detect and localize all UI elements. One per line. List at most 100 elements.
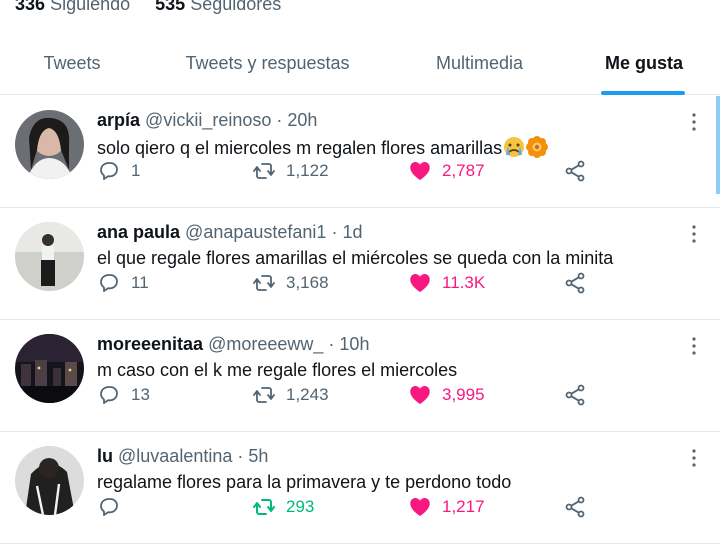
display-name[interactable]: moreeenitaa (97, 334, 203, 354)
followers-count: 535 (155, 0, 186, 14)
reply-count: 1 (131, 161, 141, 180)
tweet-header: arpía @vickii_reinoso · 20h (97, 110, 317, 131)
like-count: 1,217 (442, 497, 485, 516)
retweet-button[interactable]: 293 (252, 492, 314, 522)
user-handle[interactable]: @vickii_reinoso (145, 110, 271, 130)
like-button[interactable]: 3,995 (408, 380, 485, 410)
display-name[interactable]: arpía (97, 110, 140, 130)
flower-emoji (526, 136, 549, 158)
like-button[interactable]: 1,217 (408, 492, 485, 522)
reply-button[interactable]: 1 (97, 156, 140, 186)
tweet-actions: 293 1,217 (97, 492, 597, 522)
profile-stats: 336 Siguiendo 535 Seguidores (15, 0, 301, 15)
timestamp[interactable]: 1d (342, 222, 362, 242)
tweet-text: solo qiero q el miercoles m regalen flor… (97, 138, 503, 158)
retweet-count: 1,243 (286, 385, 329, 404)
timestamp[interactable]: 20h (287, 110, 317, 130)
tweet-text-container: regalame flores para la primavera y te p… (97, 472, 511, 493)
more-options-icon[interactable] (686, 448, 702, 468)
heart-icon (410, 162, 430, 180)
tweet-text: regalame flores para la primavera y te p… (97, 472, 512, 492)
tweet-header: lu @luvaalentina · 5h (97, 446, 268, 467)
avatar[interactable] (15, 446, 84, 515)
heart-icon (410, 274, 430, 292)
like-count: 3,995 (442, 385, 485, 404)
tweet-card[interactable]: arpía @vickii_reinoso · 20h solo qiero q… (0, 96, 720, 208)
tab-me-gusta[interactable]: Me gusta (568, 32, 720, 95)
avatar[interactable] (15, 222, 84, 291)
reply-count: 11 (131, 273, 149, 292)
tweet-card[interactable]: ana paula @anapaustefani1 · 1d el que re… (0, 208, 720, 320)
reply-button[interactable]: 11 (97, 268, 149, 298)
retweet-count: 3,168 (286, 273, 329, 292)
following-link[interactable]: 336 Siguiendo (15, 0, 130, 14)
user-handle[interactable]: @luvaalentina (118, 446, 232, 466)
like-button[interactable]: 2,787 (408, 156, 485, 186)
reply-icon (100, 274, 118, 292)
reply-button[interactable] (97, 492, 131, 522)
retweet-icon (253, 499, 275, 515)
following-label: Siguiendo (50, 0, 131, 14)
tweet-text-container: el que regale flores amarillas el miérco… (97, 248, 613, 269)
like-count: 11.3K (442, 273, 486, 292)
separator-dot: · (237, 446, 244, 466)
retweet-button[interactable]: 1,122 (252, 156, 329, 186)
user-handle[interactable]: @anapaustefani1 (185, 222, 326, 242)
retweet-count: 1,122 (286, 161, 329, 180)
retweet-count: 293 (286, 497, 315, 516)
tweet-text: m caso con el k me regale flores el mier… (97, 360, 458, 380)
timestamp[interactable]: 5h (248, 446, 268, 466)
followers-label: Seguidores (190, 0, 282, 14)
heart-icon (410, 498, 430, 516)
share-button[interactable] (563, 492, 597, 522)
tab-tweets[interactable]: Tweets (0, 32, 144, 95)
more-options-icon[interactable] (686, 336, 702, 356)
reply-count: 13 (131, 385, 150, 404)
share-icon (565, 384, 585, 406)
tab-multimedia[interactable]: Multimedia (391, 32, 568, 95)
tweet-actions: 1 1,122 2,787 (97, 156, 597, 186)
separator-dot: · (331, 222, 338, 242)
reply-button[interactable]: 13 (97, 380, 150, 410)
tab-label: Tweets y respuestas (185, 53, 350, 73)
retweet-button[interactable]: 3,168 (252, 268, 329, 298)
avatar[interactable] (15, 334, 84, 403)
crying-face-emoji (504, 137, 525, 157)
tab-tweets-y-respuestas[interactable]: Tweets y respuestas (144, 32, 391, 95)
retweet-icon (253, 163, 275, 179)
user-handle[interactable]: @moreeeww_ (208, 334, 323, 354)
share-button[interactable] (563, 268, 597, 298)
retweet-button[interactable]: 1,243 (252, 380, 329, 410)
active-tab-indicator (601, 91, 685, 95)
separator-dot: · (328, 334, 335, 354)
tweet-actions: 13 1,243 3,995 (97, 380, 597, 410)
tweet-header: moreeenitaa @moreeeww_ · 10h (97, 334, 369, 355)
share-button[interactable] (563, 156, 597, 186)
share-icon (565, 496, 585, 518)
retweet-icon (253, 275, 275, 291)
timestamp[interactable]: 10h (339, 334, 369, 354)
tweet-header: ana paula @anapaustefani1 · 1d (97, 222, 363, 243)
share-icon (565, 272, 585, 294)
avatar[interactable] (15, 110, 84, 179)
heart-icon (410, 386, 430, 404)
profile-tabs: Tweets Tweets y respuestas Multimedia Me… (0, 32, 720, 95)
more-options-icon[interactable] (686, 112, 702, 132)
followers-link[interactable]: 535 Seguidores (155, 0, 281, 14)
display-name[interactable]: ana paula (97, 222, 180, 242)
display-name[interactable]: lu (97, 446, 113, 466)
reply-icon (100, 498, 118, 516)
reply-icon (100, 386, 118, 404)
like-button[interactable]: 11.3K (408, 268, 485, 298)
tweet-card[interactable]: moreeenitaa @moreeeww_ · 10h m caso con … (0, 320, 720, 432)
like-count: 2,787 (442, 161, 485, 180)
retweet-icon (253, 387, 275, 403)
tab-label: Multimedia (435, 53, 524, 73)
tab-label: Me gusta (604, 53, 683, 73)
more-options-icon[interactable] (686, 224, 702, 244)
tweet-text-container: m caso con el k me regale flores el mier… (97, 360, 457, 381)
reply-icon (100, 162, 118, 180)
share-button[interactable] (563, 380, 597, 410)
following-count: 336 (15, 0, 46, 14)
tweet-card[interactable]: lu @luvaalentina · 5h regalame flores pa… (0, 432, 720, 544)
